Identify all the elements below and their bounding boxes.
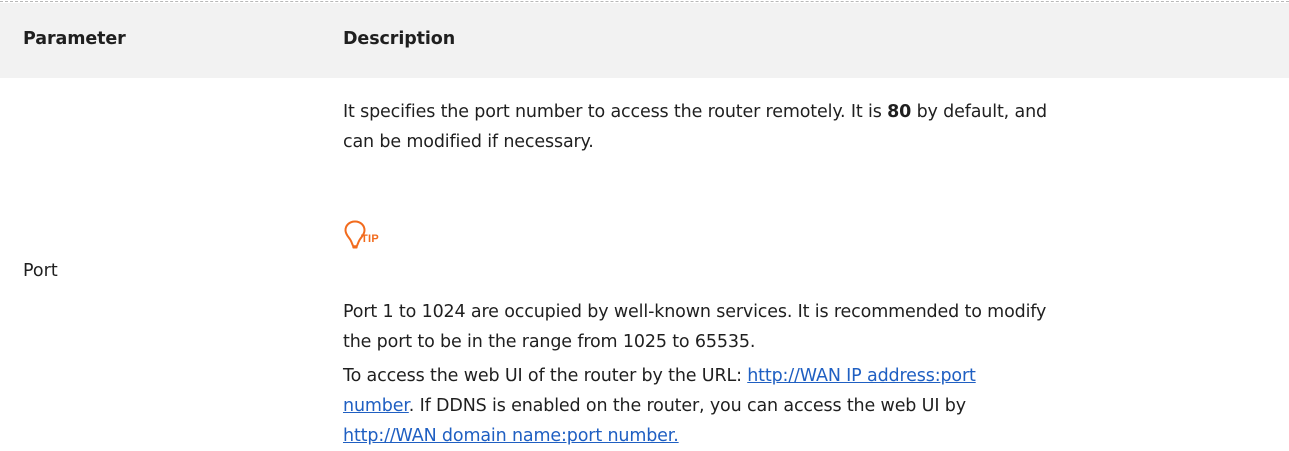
paragraph-line: Port 1 to 1024 are occupied by well-know… [343,302,1047,322]
wan-ip-url-link-continued[interactable]: number [343,396,409,416]
description-paragraph-access-url: To access the web UI of the router by th… [343,361,1278,451]
wan-domain-url-link[interactable]: http://WAN domain name:port number. [343,426,679,446]
wan-ip-url-link[interactable]: http://WAN IP address:port [747,366,976,386]
description-paragraph-default-port: It specifies the port number to access t… [343,97,1278,157]
description-paragraph-port-range: Port 1 to 1024 are occupied by well-know… [343,297,1278,357]
paragraph-line: http://WAN domain name:port number. [343,421,1278,451]
parameter-table: Parameter Description Port It specifies … [0,0,1289,446]
default-port-value: 80 [887,102,912,122]
table-header-row: Parameter Description [0,3,1289,78]
paragraph-line: It specifies the port number to access t… [343,97,1278,127]
paragraph-line: number. If DDNS is enabled on the router… [343,391,1278,421]
parameter-cell-port: Port [23,261,58,281]
header-description: Description [343,29,456,49]
text-segment: by default, and [911,102,1048,122]
header-parameter: Parameter [23,29,126,49]
tip-label: TIP [361,233,380,245]
paragraph-line: the port to be in the range from 1025 to… [343,332,756,352]
paragraph-line: To access the web UI of the router by th… [343,361,1278,391]
paragraph-line: can be modified if necessary. [343,132,594,152]
text-segment: To access the web UI of the router by th… [343,366,748,386]
text-segment: It specifies the port number to access t… [343,102,888,122]
table-top-border [0,1,1289,2]
text-segment: . If DDNS is enabled on the router, you … [408,396,966,416]
